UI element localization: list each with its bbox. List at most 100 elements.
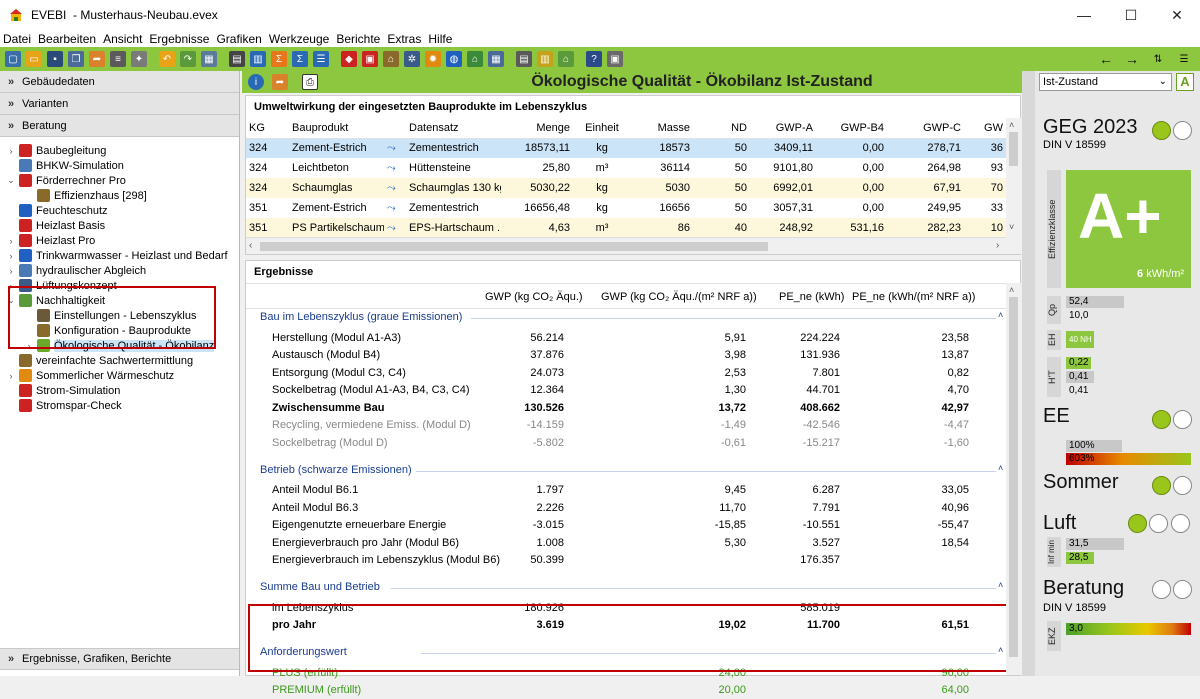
- tree-item-heizlast-pro[interactable]: › Heizlast Pro: [6, 233, 239, 248]
- report-icon[interactable]: ▤: [516, 51, 532, 67]
- new-file-icon[interactable]: ▢: [5, 51, 21, 67]
- col-header[interactable]: Menge: [501, 118, 573, 139]
- scroll-up-icon[interactable]: ˄: [1009, 120, 1014, 130]
- info-icon[interactable]: i: [248, 74, 264, 90]
- calc-tool-icon[interactable]: ▦: [488, 51, 504, 67]
- tree-item-baubegleitung[interactable]: › Baubegleitung: [6, 143, 239, 158]
- horizontal-scrollbar[interactable]: ‹ ›: [246, 237, 1006, 254]
- menu-hilfe[interactable]: Hilfe: [425, 32, 456, 46]
- scroll-left-icon[interactable]: ‹: [249, 240, 252, 251]
- col-header[interactable]: GWP-C: [887, 118, 964, 139]
- open-folder-icon[interactable]: ▭: [26, 51, 42, 67]
- menu-berichte[interactable]: Berichte: [333, 32, 384, 46]
- close-button[interactable]: ✕: [1154, 0, 1200, 30]
- house-green-icon[interactable]: ⌂: [558, 51, 574, 67]
- help-icon[interactable]: ?: [586, 51, 602, 67]
- scroll-up-icon[interactable]: ˄: [1009, 285, 1014, 295]
- col-header[interactable]: Einheit: [573, 118, 631, 139]
- info-tool-icon[interactable]: ▣: [607, 51, 623, 67]
- table-icon[interactable]: ▥: [250, 51, 266, 67]
- cap-tool-icon[interactable]: ◆: [341, 51, 357, 67]
- print-icon[interactable]: ⎙: [302, 74, 318, 90]
- col-header[interactable]: Masse: [631, 118, 693, 139]
- menu-datei[interactable]: Datei: [0, 32, 35, 46]
- tree-item-vereinfachte-sachwertermittlung[interactable]: vereinfachte Sachwertermittlung: [6, 353, 239, 368]
- auto-a-badge[interactable]: A: [1176, 73, 1194, 91]
- settings-tool-icon[interactable]: ≡: [110, 51, 126, 67]
- chart-tool-icon[interactable]: ▥: [537, 51, 553, 67]
- minimize-button[interactable]: —: [1061, 0, 1107, 30]
- scroll-v-thumb[interactable]: [1009, 132, 1018, 166]
- col-header[interactable]: Datensatz: [406, 118, 501, 139]
- scroll-down-icon[interactable]: ˅: [1009, 222, 1014, 232]
- list-view-icon[interactable]: ☰: [1176, 51, 1192, 67]
- wand-icon[interactable]: ✦: [131, 51, 147, 67]
- tree-item-trinkwarmwasser-heizlast-und-bedarf[interactable]: › Trinkwarmwasser - Heizlast und Bedarf: [6, 248, 239, 263]
- menu-extras[interactable]: Extras: [384, 32, 425, 46]
- col-header[interactable]: GWP-B4: [816, 118, 887, 139]
- menu-bearbeiten[interactable]: Bearbeiten: [35, 32, 100, 46]
- menu-ansicht[interactable]: Ansicht: [100, 32, 146, 46]
- sum-blue-icon[interactable]: Σ: [292, 51, 308, 67]
- section-ergebnisse[interactable]: » Ergebnisse, Grafiken, Berichte: [0, 648, 239, 670]
- sum-icon[interactable]: Σ: [271, 51, 287, 67]
- tree-item-hydraulischer-abgleich[interactable]: › hydraulischer Abgleich: [6, 263, 239, 278]
- col-header[interactable]: GW: [964, 118, 1006, 139]
- expand-right-icon[interactable]: ›: [6, 236, 16, 246]
- tree-item-stromspar-check[interactable]: Stromspar-Check: [6, 398, 239, 413]
- menu-werkzeuge[interactable]: Werkzeuge: [266, 32, 333, 46]
- redo-icon[interactable]: ↷: [180, 51, 196, 67]
- expand-right-icon[interactable]: ›: [6, 251, 16, 261]
- document-icon[interactable]: ▤: [229, 51, 245, 67]
- table-row[interactable]: 324 Zement-Estrich ⤳ Zementestrich 18573,11 k…: [246, 138, 1006, 158]
- scroll-thumb[interactable]: [260, 242, 768, 251]
- expand-right-icon[interactable]: ›: [6, 371, 16, 381]
- col-header[interactable]: KG: [246, 118, 289, 139]
- list-icon[interactable]: ☰: [313, 51, 329, 67]
- col-header[interactable]: [384, 118, 406, 139]
- table-row[interactable]: 351 Zement-Estrich ⤳ Zementestrich 16656,48 k…: [246, 198, 1006, 218]
- expand-right-icon[interactable]: ›: [6, 146, 16, 156]
- tree-item-bhkw-simulation[interactable]: BHKW-Simulation: [6, 158, 239, 173]
- heatload-tool-icon[interactable]: ▣: [362, 51, 378, 67]
- forward-arrow-icon[interactable]: →: [1124, 51, 1140, 67]
- section-beratung[interactable]: » Beratung: [0, 115, 239, 137]
- water-tool-icon[interactable]: ◍: [446, 51, 462, 67]
- tree-item-heizlast-basis[interactable]: Heizlast Basis: [6, 218, 239, 233]
- sun-tool-icon[interactable]: ✹: [425, 51, 441, 67]
- export-header-icon[interactable]: ➦: [272, 74, 288, 90]
- table-row[interactable]: 324 Leichtbeton ⤳ Hüttensteine 25,80 m³ 36114 5…: [246, 158, 1006, 178]
- collapse-group-icon[interactable]: ˄: [998, 310, 1003, 320]
- tree-item-feuchteschutz[interactable]: Feuchteschutz: [6, 203, 239, 218]
- col-header[interactable]: ND: [693, 118, 750, 139]
- menu-ergebnisse[interactable]: Ergebnisse: [146, 32, 213, 46]
- tree-item-effizienzhaus-298-[interactable]: Effizienzhaus [298]: [6, 188, 239, 203]
- section-varianten[interactable]: » Varianten: [0, 93, 239, 115]
- tree-item-sommerlicher-wärmeschutz[interactable]: › Sommerlicher Wärmeschutz: [6, 368, 239, 383]
- expand-down-icon[interactable]: ⌄: [6, 175, 16, 186]
- maximize-button[interactable]: ☐: [1108, 0, 1154, 30]
- tree-item-förderrechner-pro[interactable]: ⌄ Förderrechner Pro: [6, 173, 239, 188]
- col-header[interactable]: GWP-A: [750, 118, 816, 139]
- ventilation-tool-icon[interactable]: ✲: [404, 51, 420, 67]
- save-icon[interactable]: ▪: [47, 51, 63, 67]
- copy-icon[interactable]: ❐: [68, 51, 84, 67]
- scroll-right-icon[interactable]: ›: [996, 240, 999, 251]
- scroll-v-thumb[interactable]: [1009, 297, 1018, 657]
- tree-item-strom-simulation[interactable]: Strom-Simulation: [6, 383, 239, 398]
- sync-arrows-icon[interactable]: ⇅: [1150, 51, 1166, 67]
- table-row[interactable]: 351 PS Partikelschaum ⤳ EPS-Hartschaum ... 4…: [246, 218, 1006, 238]
- building-tool-icon[interactable]: ⌂: [467, 51, 483, 67]
- expand-right-icon[interactable]: ›: [6, 266, 16, 276]
- variant-select[interactable]: Ist-Zustand ⌄: [1039, 73, 1172, 91]
- collapse-group-icon[interactable]: ˄: [998, 580, 1003, 590]
- grid-icon[interactable]: ▦: [201, 51, 217, 67]
- undo-icon[interactable]: ↶: [159, 51, 175, 67]
- back-arrow-icon[interactable]: ←: [1098, 51, 1114, 67]
- house-tool-icon[interactable]: ⌂: [383, 51, 399, 67]
- menu-grafiken[interactable]: Grafiken: [213, 32, 265, 46]
- vertical-scrollbar[interactable]: ˄ ˅: [1006, 118, 1021, 254]
- section-gebaeudedaten[interactable]: » Gebäudedaten: [0, 71, 239, 93]
- collapse-group-icon[interactable]: ˄: [998, 463, 1003, 473]
- col-header[interactable]: Bauprodukt: [289, 118, 384, 139]
